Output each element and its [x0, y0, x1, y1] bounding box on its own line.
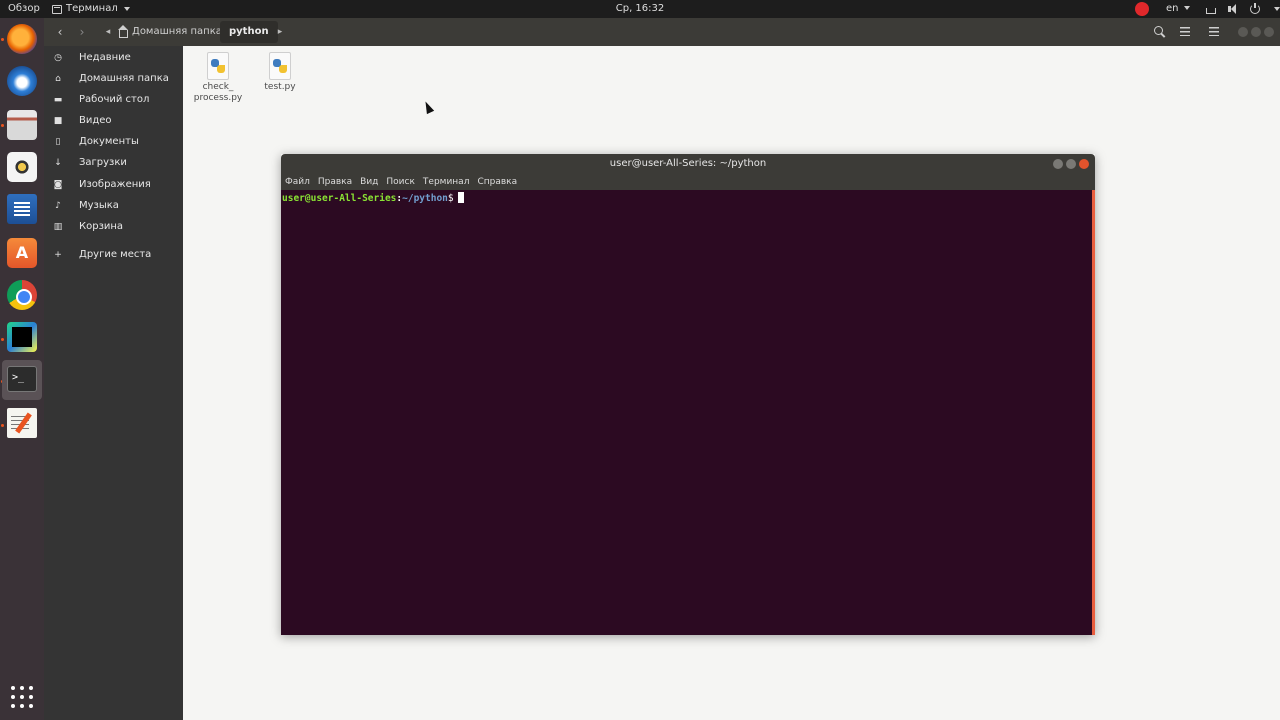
file-item[interactable]: check_ process.py — [185, 52, 251, 104]
menu-edit[interactable]: Правка — [314, 174, 356, 190]
maximize-button[interactable] — [1066, 159, 1076, 169]
sidebar-item-pictures[interactable]: ◙ Изображения — [44, 175, 183, 195]
breadcrumb-home-label: Домашняя папка — [132, 26, 222, 37]
shell-prompt: user@user-All-Series:~/python$ — [282, 192, 464, 205]
menu-search[interactable]: Поиск — [382, 174, 419, 190]
sidebar-item-downloads[interactable]: ↓ Загрузки — [44, 153, 183, 173]
language-switcher[interactable]: en — [1166, 0, 1190, 18]
home-icon: ⌂ — [55, 74, 61, 84]
close-button[interactable] — [1264, 27, 1274, 37]
music-icon: ♪ — [55, 201, 61, 211]
recording-indicator-icon[interactable] — [1135, 2, 1149, 16]
maximize-button[interactable] — [1251, 27, 1261, 37]
forward-button[interactable]: › — [74, 24, 90, 40]
terminal-titlebar[interactable]: user@user-All-Series: ~/python — [281, 154, 1095, 174]
show-applications-icon[interactable] — [11, 686, 33, 708]
terminal-icon: >_ — [7, 366, 37, 392]
menu-help[interactable]: Справка — [473, 174, 521, 190]
terminal-output[interactable]: user@user-All-Series:~/python$ — [281, 190, 1095, 635]
running-indicator — [1, 124, 4, 127]
desktop: Обзор Терминал Ср, 16:32 en A >_ ‹ › ◂ Д… — [0, 0, 1280, 720]
system-menu[interactable] — [1206, 0, 1280, 18]
view-options-icon[interactable] — [1180, 27, 1190, 36]
documents-icon: ▯ — [55, 137, 61, 147]
prompt-user-host: user@user-All-Series — [282, 193, 397, 204]
menu-file[interactable]: Файл — [281, 174, 314, 190]
terminal-window: user@user-All-Series: ~/python Файл Прав… — [281, 154, 1095, 635]
pycharm-icon[interactable] — [7, 322, 37, 352]
text-editor-icon[interactable] — [7, 408, 37, 438]
terminal-title: user@user-All-Series: ~/python — [609, 158, 767, 169]
running-indicator — [1, 38, 4, 41]
clock[interactable]: Ср, 16:32 — [0, 0, 1280, 18]
file-item[interactable]: test.py — [247, 52, 313, 93]
file-name: test.py — [264, 82, 296, 92]
chrome-icon[interactable] — [7, 280, 37, 310]
path-scroll-right-icon[interactable]: ▸ — [272, 24, 288, 40]
sidebar-item-recent[interactable]: ◷ Недавние — [44, 48, 183, 68]
menu-terminal[interactable]: Терминал — [419, 174, 474, 190]
menu-icon[interactable] — [1209, 27, 1219, 36]
path-scroll-left-icon[interactable]: ◂ — [100, 24, 116, 40]
plus-icon: + — [54, 250, 62, 260]
sidebar-item-desktop[interactable]: ▬ Рабочий стол — [44, 90, 183, 110]
sidebar-item-home[interactable]: ⌂ Домашняя папка — [44, 69, 183, 89]
top-bar: Обзор Терминал Ср, 16:32 en — [0, 0, 1280, 18]
chevron-down-icon — [1274, 7, 1280, 11]
sidebar-item-video[interactable]: ■ Видео — [44, 111, 183, 131]
places-sidebar: ◷ Недавние ⌂ Домашняя папка ▬ Рабочий ст… — [44, 46, 183, 720]
menu-view[interactable]: Вид — [356, 174, 382, 190]
recent-icon: ◷ — [54, 53, 62, 63]
firefox-icon[interactable] — [7, 24, 37, 54]
file-manager-header: ‹ › ◂ Домашняя папка python ▸ — [44, 18, 1280, 46]
sidebar-item-other-locations[interactable]: + Другие места — [44, 245, 183, 265]
terminal-menubar: Файл Правка Вид Поиск Терминал Справка — [281, 174, 1095, 190]
files-icon[interactable] — [7, 110, 37, 140]
dock: A >_ — [0, 18, 44, 720]
python-file-icon — [207, 52, 229, 80]
file-name: check_ — [202, 82, 234, 92]
file-name-continued: process.py — [193, 93, 243, 103]
trash-icon: ▥ — [53, 222, 63, 232]
search-icon[interactable] — [1152, 24, 1168, 40]
running-indicator — [1, 338, 4, 341]
back-button[interactable]: ‹ — [52, 24, 68, 40]
sidebar-item-music[interactable]: ♪ Музыка — [44, 196, 183, 216]
rhythmbox-icon[interactable] — [7, 152, 37, 182]
sidebar-item-documents[interactable]: ▯ Документы — [44, 132, 183, 152]
network-icon — [1206, 8, 1216, 14]
text-cursor — [457, 192, 464, 203]
sidebar-item-trash[interactable]: ▥ Корзина — [44, 217, 183, 237]
pictures-icon: ◙ — [53, 180, 63, 190]
python-file-icon — [269, 52, 291, 80]
desktop-icon: ▬ — [53, 95, 63, 105]
running-indicator — [1, 424, 4, 427]
breadcrumb-current[interactable]: python — [220, 21, 278, 43]
home-icon — [118, 24, 128, 38]
software-center-icon[interactable]: A — [7, 238, 37, 268]
downloads-icon: ↓ — [54, 158, 62, 168]
chevron-down-icon — [1183, 6, 1190, 10]
dock-terminal-active[interactable]: >_ — [2, 360, 42, 400]
minimize-button[interactable] — [1238, 27, 1248, 37]
power-icon — [1250, 3, 1260, 14]
close-button[interactable] — [1079, 159, 1089, 169]
thunderbird-icon[interactable] — [7, 66, 37, 96]
prompt-symbol: $ — [447, 193, 454, 204]
minimize-button[interactable] — [1053, 159, 1063, 169]
language-label: en — [1166, 3, 1179, 14]
volume-icon — [1228, 4, 1238, 14]
prompt-path: ~/python — [402, 193, 448, 204]
writer-icon[interactable] — [7, 194, 37, 224]
video-icon: ■ — [53, 116, 63, 126]
breadcrumb-home[interactable]: Домашняя папка — [118, 18, 222, 46]
